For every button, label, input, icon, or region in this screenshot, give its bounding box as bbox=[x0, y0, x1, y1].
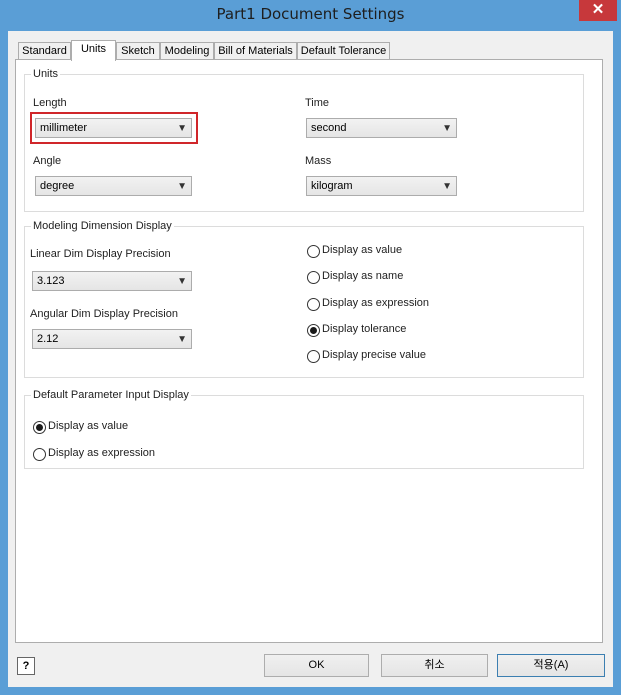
tab-default-tolerance[interactable]: Default Tolerance bbox=[297, 42, 390, 60]
mass-label: Mass bbox=[305, 155, 332, 167]
time-select[interactable]: second ▼ bbox=[306, 118, 457, 138]
modeling-dimension-legend: Modeling Dimension Display bbox=[31, 220, 174, 232]
tab-sketch[interactable]: Sketch bbox=[116, 42, 160, 60]
radio-dot bbox=[307, 271, 320, 284]
linear-precision-value: 3.123 bbox=[37, 275, 65, 287]
document-settings-window: Part1 Document Settings ✕ Standard Units… bbox=[0, 0, 621, 695]
angle-select-value: degree bbox=[40, 180, 75, 192]
radio-dot bbox=[33, 448, 46, 461]
title-bar[interactable]: Part1 Document Settings ✕ bbox=[0, 0, 621, 31]
modeling-dimension-group: Modeling Dimension Display Linear Dim Di… bbox=[24, 220, 584, 378]
ok-button[interactable]: OK bbox=[264, 654, 369, 677]
radio-label: Display as value bbox=[48, 420, 129, 432]
parameter-input-group: Default Parameter Input Display Display … bbox=[24, 389, 584, 469]
close-button[interactable]: ✕ bbox=[579, 0, 617, 21]
tab-standard[interactable]: Standard bbox=[18, 42, 71, 60]
radio-dot bbox=[307, 350, 320, 363]
units-group-legend: Units bbox=[31, 68, 61, 80]
length-label: Length bbox=[33, 97, 67, 109]
units-tab-panel: Units Length millimeter ▼ Time second ▼ … bbox=[15, 59, 603, 643]
radio-dot-checked bbox=[33, 421, 46, 434]
chevron-down-icon: ▼ bbox=[442, 123, 452, 134]
units-group: Units Length millimeter ▼ Time second ▼ … bbox=[24, 68, 584, 212]
parameter-input-legend: Default Parameter Input Display bbox=[31, 389, 191, 401]
time-select-value: second bbox=[311, 122, 347, 134]
linear-precision-select[interactable]: 3.123 ▼ bbox=[32, 271, 192, 291]
radio-label: Display as expression bbox=[322, 297, 429, 309]
chevron-down-icon: ▼ bbox=[177, 181, 187, 192]
tab-modeling[interactable]: Modeling bbox=[160, 42, 214, 60]
angle-select[interactable]: degree ▼ bbox=[35, 176, 192, 196]
chevron-down-icon: ▼ bbox=[177, 334, 187, 345]
radio-dot bbox=[307, 245, 320, 258]
radio-label: Display tolerance bbox=[322, 323, 407, 335]
window-title: Part1 Document Settings bbox=[216, 5, 405, 23]
mass-select-value: kilogram bbox=[311, 180, 353, 192]
chevron-down-icon: ▼ bbox=[177, 276, 187, 287]
radio-label: Display as expression bbox=[48, 447, 155, 459]
dialog-client: Standard Units Sketch Modeling Bill of M… bbox=[8, 31, 613, 687]
angular-precision-select[interactable]: 2.12 ▼ bbox=[32, 329, 192, 349]
apply-button[interactable]: 적용(A) bbox=[497, 654, 605, 677]
tab-units[interactable]: Units bbox=[71, 40, 116, 61]
angular-precision-value: 2.12 bbox=[37, 333, 59, 345]
angular-precision-label: Angular Dim Display Precision bbox=[30, 308, 178, 320]
help-button[interactable]: ? bbox=[17, 657, 35, 675]
linear-precision-label: Linear Dim Display Precision bbox=[30, 248, 171, 260]
chevron-down-icon: ▼ bbox=[442, 181, 452, 192]
radio-label: Display as value bbox=[322, 244, 403, 256]
radio-label: Display as name bbox=[322, 270, 404, 282]
tab-bill-of-materials[interactable]: Bill of Materials bbox=[214, 42, 297, 60]
angle-label: Angle bbox=[33, 155, 62, 167]
mass-select[interactable]: kilogram ▼ bbox=[306, 176, 457, 196]
radio-dot-checked bbox=[307, 324, 320, 337]
cancel-button[interactable]: 취소 bbox=[381, 654, 488, 677]
time-label: Time bbox=[305, 97, 330, 109]
help-icon: ? bbox=[22, 660, 30, 672]
close-icon: ✕ bbox=[591, 1, 605, 18]
radio-dot bbox=[307, 298, 320, 311]
length-select-highlight bbox=[30, 112, 198, 144]
radio-label: Display precise value bbox=[322, 349, 426, 361]
